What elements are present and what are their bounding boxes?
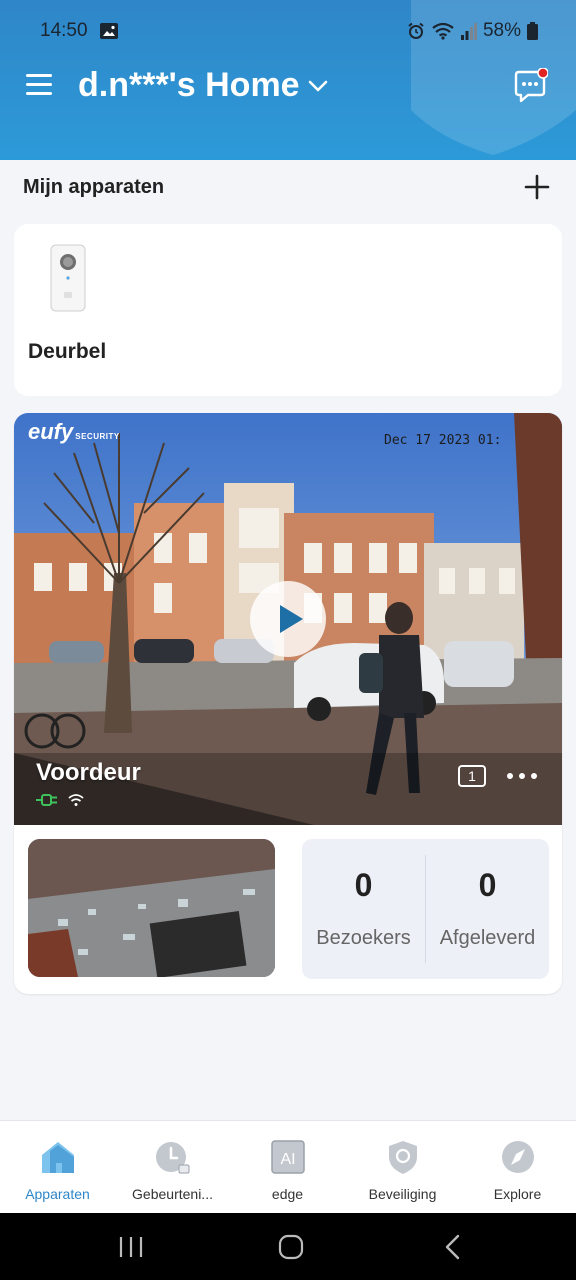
- bottom-navigation: Apparaten Gebeurteni... AI edge Beveilig…: [0, 1120, 576, 1213]
- battery-percentage: 58%: [482, 20, 521, 41]
- delivered-stat[interactable]: 0 Afgeleverd: [426, 839, 549, 979]
- doorbell-device-image: [50, 244, 86, 312]
- status-bar: 14:50 58%: [0, 14, 576, 50]
- tab-label: edge: [271, 1186, 304, 1202]
- brand-sub: SECURITY: [75, 432, 120, 441]
- alarm-icon: [408, 22, 424, 39]
- visitors-label: Bezoekers: [316, 927, 411, 949]
- play-button[interactable]: [250, 581, 326, 657]
- tab-label: Beveiliging: [368, 1186, 437, 1202]
- delivered-label: Afgeleverd: [439, 927, 536, 949]
- messages-icon[interactable]: [512, 68, 548, 104]
- play-icon: [280, 605, 303, 633]
- tab-edge[interactable]: AI edge: [230, 1139, 345, 1202]
- tab-explore[interactable]: Explore: [460, 1139, 575, 1202]
- gallery-icon: [100, 23, 118, 39]
- back-icon[interactable]: [438, 1233, 468, 1261]
- camera-brand-logo: eufy SECURITY: [28, 419, 120, 445]
- compass-icon: [501, 1141, 534, 1173]
- system-navigation-bar: [0, 1213, 576, 1280]
- camera-card-voordeur: eufySECURITY Dec 17 2023 01: Voordeur 1: [14, 413, 562, 994]
- recent-apps-icon[interactable]: [116, 1233, 146, 1261]
- visitors-stat[interactable]: 0 Bezoekers: [302, 839, 425, 979]
- clip-count-badge[interactable]: 1: [458, 765, 486, 787]
- app-header: 14:50 58% d.n***'s Home: [0, 0, 576, 160]
- tab-label: Explore: [493, 1186, 542, 1202]
- camera-status-icons: [36, 793, 84, 807]
- add-device-icon[interactable]: [524, 174, 550, 200]
- tab-label: Apparaten: [25, 1186, 90, 1202]
- status-time: 14:50: [40, 20, 88, 41]
- svg-text:AI: AI: [280, 1151, 295, 1168]
- clock-icon: [155, 1142, 189, 1174]
- camera-timestamp: Dec 17 2023 01:: [384, 433, 502, 448]
- doorstep-image: [28, 839, 275, 977]
- devices-section-title: Mijn apparaten: [23, 176, 165, 198]
- home-button-icon[interactable]: [276, 1233, 306, 1261]
- power-plug-icon: [36, 794, 57, 806]
- shield-icon: [388, 1141, 417, 1174]
- ai-icon: AI: [270, 1140, 305, 1174]
- home-selector[interactable]: d.n***'s Home: [78, 66, 328, 105]
- camera-snapshot[interactable]: eufy SECURITY Dec 17 2023 01: Voordeur 1: [14, 413, 562, 825]
- battery-icon: [527, 22, 538, 40]
- brand-name: eufy: [28, 419, 74, 444]
- camera-name: Voordeur: [36, 759, 141, 786]
- tab-gebeurtenissen[interactable]: Gebeurteni...: [115, 1139, 230, 1202]
- tab-beveiliging[interactable]: Beveiliging: [345, 1139, 460, 1202]
- tab-label: Gebeurteni...: [132, 1186, 213, 1202]
- more-options-icon[interactable]: [504, 765, 540, 787]
- device-name: Deurbel: [28, 340, 107, 363]
- delivered-count: 0: [478, 867, 497, 903]
- device-card-doorbell[interactable]: Deurbel: [14, 224, 562, 396]
- visit-stats: 0 Bezoekers 0 Afgeleverd: [302, 839, 549, 979]
- wifi-signal-icon: [68, 794, 84, 806]
- tab-apparaten[interactable]: Apparaten: [0, 1139, 115, 1202]
- home-icon: [41, 1142, 74, 1173]
- signal-icon: [460, 23, 477, 40]
- visitors-count: 0: [354, 867, 373, 903]
- menu-icon[interactable]: [26, 72, 52, 98]
- wifi-icon: [432, 22, 454, 40]
- event-thumbnail[interactable]: [28, 839, 275, 977]
- chevron-down-icon: [308, 80, 327, 91]
- home-name: d.n***'s Home: [78, 66, 300, 104]
